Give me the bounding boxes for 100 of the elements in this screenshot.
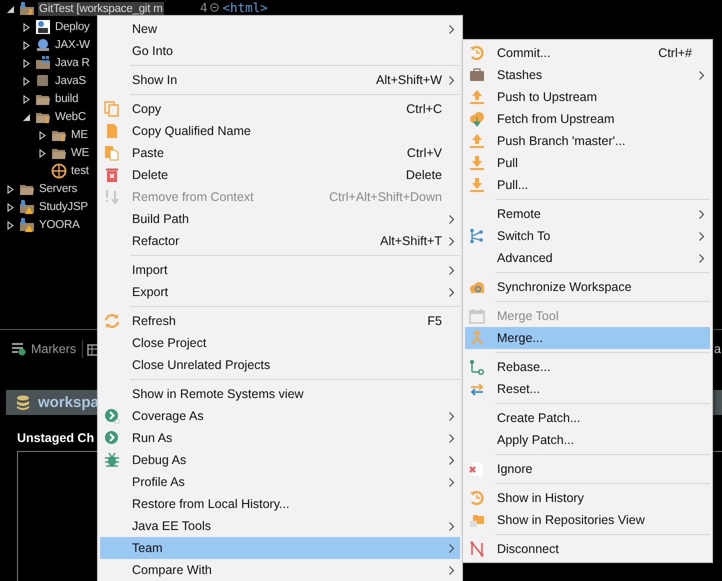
menu-item[interactable]: Copy Qualified Name	[100, 120, 460, 142]
menu-item[interactable]: Java EE Tools	[100, 515, 460, 537]
tree-item[interactable]: GitTest [workspace_git m	[38, 2, 164, 16]
cloud-sync-icon	[469, 279, 485, 295]
tree-item[interactable]: WE	[70, 146, 90, 160]
menu-item[interactable]: Advanced	[465, 247, 710, 269]
menu-item[interactable]: Restore from Local History...	[100, 493, 460, 515]
menu-item[interactable]: Run As	[100, 427, 460, 449]
history-icon	[469, 45, 485, 61]
expander-icon[interactable]	[22, 76, 31, 86]
collapse-icon[interactable]	[210, 2, 219, 12]
tree-item[interactable]: Servers	[38, 182, 78, 196]
web-service-icon	[35, 37, 51, 53]
menu-item[interactable]: Go Into	[100, 40, 460, 62]
menu-item[interactable]: Show in Remote Systems view	[100, 383, 460, 405]
tree-item[interactable]: JavaS	[54, 74, 87, 88]
book-icon	[35, 73, 51, 89]
menu-item[interactable]: Push to Upstream	[465, 86, 710, 108]
menu-item[interactable]: Copy Ctrl+C	[100, 98, 460, 120]
paste-icon	[104, 145, 120, 161]
expander-icon[interactable]	[6, 184, 15, 194]
menu-item[interactable]: Remote	[465, 203, 710, 225]
menu-item[interactable]: Show In Alt+Shift+W	[100, 69, 460, 91]
tree-item[interactable]: test	[70, 164, 90, 178]
expander-icon[interactable]	[22, 40, 31, 50]
trash-icon	[104, 167, 120, 183]
menu-item[interactable]: Reset...	[465, 378, 710, 400]
menu-item[interactable]: Create Patch...	[465, 407, 710, 429]
tree-item[interactable]: YOORA	[38, 218, 81, 232]
menu-item[interactable]: Ignore	[465, 458, 710, 480]
menu-item[interactable]: Commit... Ctrl+#	[465, 42, 710, 64]
expander-icon[interactable]	[6, 4, 15, 14]
copy-icon	[104, 101, 120, 117]
menu-item[interactable]: Pull	[465, 152, 710, 174]
database-icon	[16, 394, 30, 410]
tree-item[interactable]: build	[54, 92, 80, 106]
menu-item[interactable]: Paste Ctrl+V	[100, 142, 460, 164]
tab-label: a	[714, 342, 721, 356]
expander-icon[interactable]	[22, 94, 31, 104]
coverage-icon	[104, 408, 120, 424]
menu-item[interactable]: Team	[100, 537, 460, 559]
calendar-icon	[469, 308, 485, 324]
menu-item[interactable]: Close Unrelated Projects	[100, 354, 460, 376]
menu-item[interactable]: Apply Patch...	[465, 429, 710, 451]
menu-item[interactable]: Pull...	[465, 174, 710, 196]
menu-item[interactable]: Stashes	[465, 64, 710, 86]
markers-tab[interactable]: Markers	[7, 340, 84, 358]
expander-icon[interactable]	[6, 202, 15, 212]
swap-arrows-icon	[469, 381, 485, 397]
merge-icon	[469, 330, 485, 346]
menu-item[interactable]: Fetch from Upstream	[465, 108, 710, 130]
menu-item[interactable]: Close Project	[100, 332, 460, 354]
menu-item[interactable]: Rebase...	[465, 356, 710, 378]
download-icon	[469, 177, 485, 193]
menu-item[interactable]: Refresh F5	[100, 310, 460, 332]
project-warning-icon	[19, 199, 35, 215]
history-icon	[469, 490, 485, 506]
menu-item[interactable]: Push Branch 'master'...	[465, 130, 710, 152]
bug-icon	[104, 452, 120, 468]
menu-item[interactable]: Merge...	[465, 327, 710, 349]
menu-item[interactable]: Coverage As	[100, 405, 460, 427]
globe-icon	[51, 163, 67, 179]
tree-item[interactable]: ME	[70, 128, 89, 142]
line-number: 4	[200, 0, 208, 14]
expander-icon[interactable]	[6, 220, 15, 230]
menu-item[interactable]: Delete Delete	[100, 164, 460, 186]
ignore-file-icon	[469, 461, 485, 477]
menu-item[interactable]: Import	[100, 259, 460, 281]
menu-item[interactable]: Debug As	[100, 449, 460, 471]
tree-item[interactable]: StudyJSP	[38, 200, 89, 214]
project-icon	[19, 1, 35, 17]
menu-item[interactable]: Show in Repositories View	[465, 509, 710, 531]
section-title: Unstaged Ch	[17, 431, 94, 445]
menu-item[interactable]: Compare With	[100, 559, 460, 581]
menu-item[interactable]: Switch To	[465, 225, 710, 247]
menu-item[interactable]: Profile As	[100, 471, 460, 493]
tree-item[interactable]: WebC	[54, 110, 87, 124]
expander-icon[interactable]	[22, 22, 31, 32]
expander-icon[interactable]	[22, 58, 31, 68]
menu-item[interactable]: Build Path	[100, 208, 460, 230]
menu-item[interactable]: Refactor Alt+Shift+T	[100, 230, 460, 252]
tree-item[interactable]: Deploy	[54, 20, 91, 34]
menu-item[interactable]: Disconnect	[465, 538, 710, 560]
menu-item[interactable]: New	[100, 18, 460, 40]
menu-item[interactable]: Synchronize Workspace	[465, 276, 710, 298]
download-icon	[469, 155, 485, 171]
project-warning-icon	[19, 217, 35, 233]
menu-item[interactable]: Show in History	[465, 487, 710, 509]
expander-icon[interactable]	[38, 148, 47, 158]
branch-icon	[469, 228, 485, 244]
menu-item[interactable]: Export	[100, 281, 460, 303]
markers-icon	[11, 342, 27, 356]
tree-item[interactable]: JAX-W	[54, 38, 91, 52]
expander-icon[interactable]	[38, 130, 47, 140]
run-icon	[104, 430, 120, 446]
view-title: workspa	[38, 394, 99, 411]
disconnect-icon	[469, 541, 485, 557]
tree-item[interactable]: Java R	[54, 56, 91, 70]
expander-icon[interactable]	[22, 112, 31, 122]
refresh-icon	[104, 313, 120, 329]
